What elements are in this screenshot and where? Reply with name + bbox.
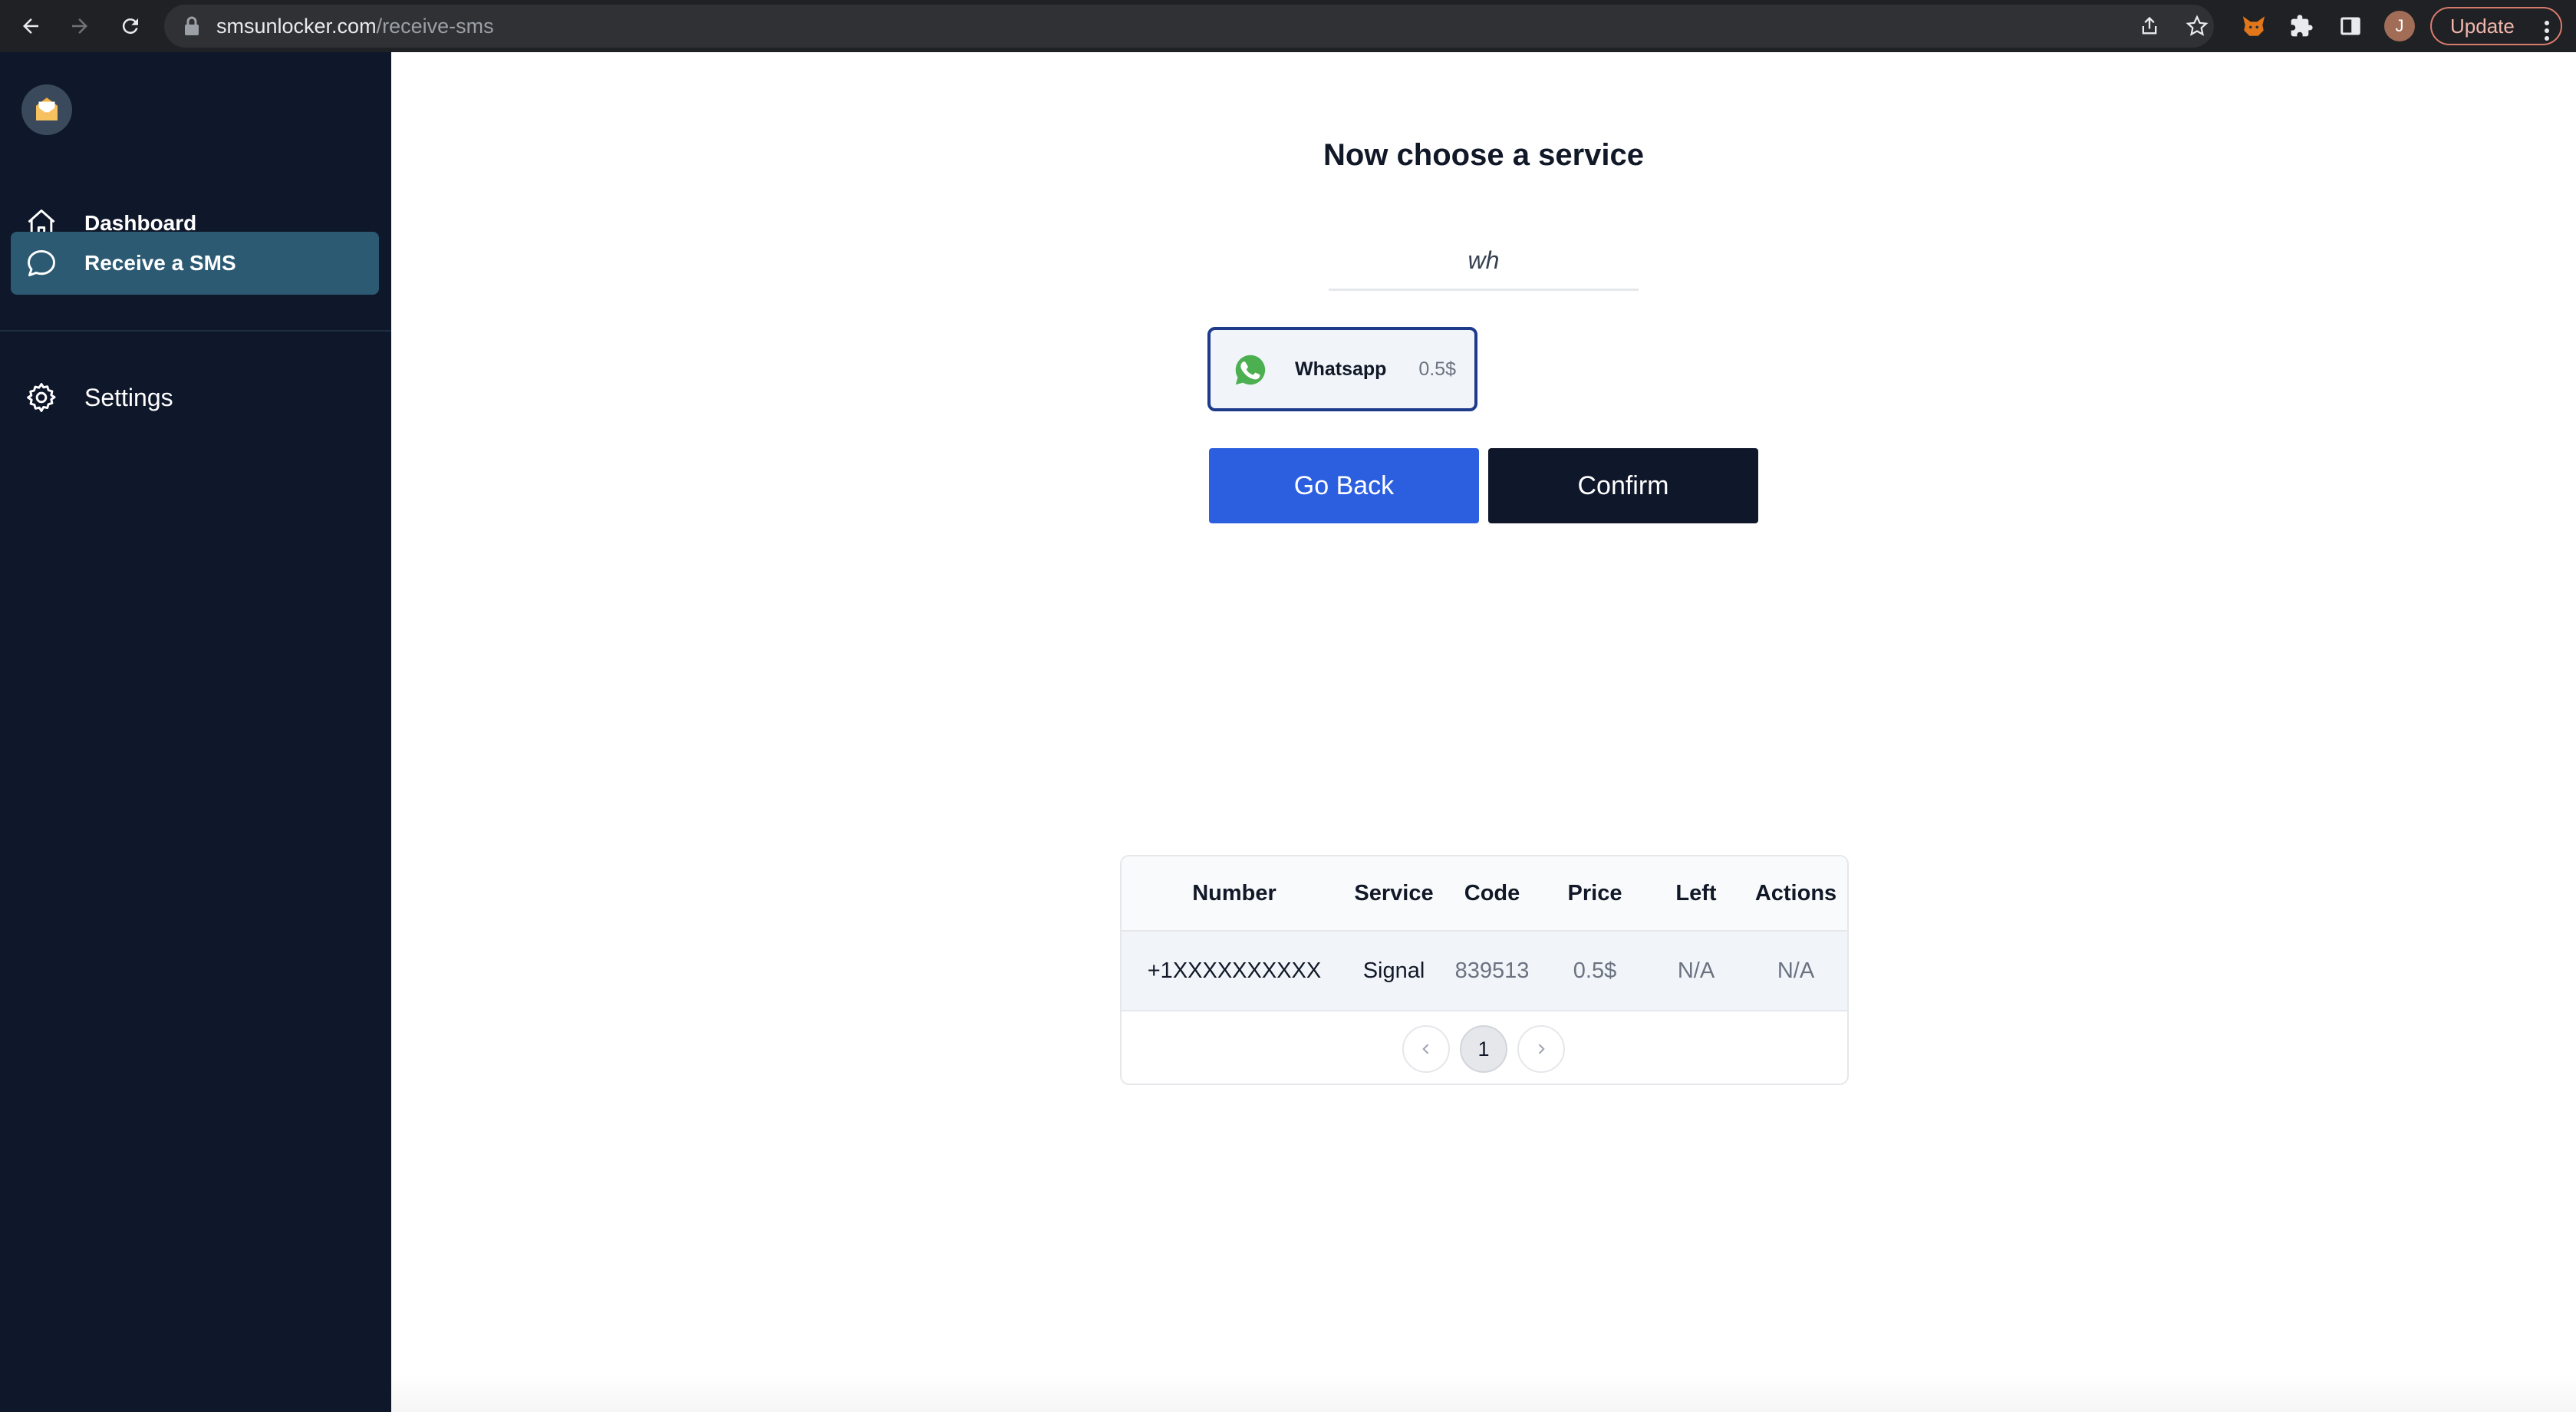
sms-table: Number Service Code Price Left Actions +… [1120, 855, 1849, 1085]
star-bookmark-icon[interactable] [2185, 14, 2209, 38]
sidebar-item-label: Receive a SMS [84, 251, 236, 275]
column-header-code: Code [1464, 881, 1520, 906]
sidebar-item-settings[interactable]: Settings [11, 367, 379, 428]
column-header-left: Left [1675, 881, 1717, 906]
share-icon[interactable] [2137, 14, 2162, 38]
whatsapp-icon [1234, 353, 1267, 387]
cell-code: 839513 [1454, 958, 1530, 983]
service-price: 0.5$ [1418, 358, 1456, 380]
pagination: 1 [1122, 1010, 1847, 1084]
sidebar-item-receive-sms[interactable]: Receive a SMS [11, 232, 379, 295]
cell-number: +1XXXXXXXXXX [1147, 958, 1322, 983]
more-vert-icon [2544, 17, 2550, 52]
address-bar[interactable]: smsunlocker.com/receive-sms [164, 5, 2214, 48]
column-header-number: Number [1192, 881, 1276, 906]
back-arrow-icon[interactable] [12, 8, 49, 45]
settings-label: Settings [84, 384, 173, 411]
reload-icon[interactable] [112, 8, 149, 45]
cell-left: N/A [1677, 958, 1715, 983]
page-button-current[interactable]: 1 [1460, 1025, 1507, 1073]
service-search-input[interactable] [1329, 235, 1639, 285]
update-label: Update [2450, 15, 2515, 38]
column-header-actions: Actions [1754, 881, 1837, 906]
sidebar: Dashboard Receive a SMS Settings [0, 52, 391, 1412]
chevron-right-icon [1538, 1044, 1545, 1054]
side-panel-icon[interactable] [2335, 11, 2366, 41]
prev-page-button[interactable] [1402, 1025, 1450, 1073]
cell-actions: N/A [1777, 958, 1815, 983]
forward-arrow-icon[interactable] [61, 8, 98, 45]
column-header-service: Service [1354, 881, 1434, 906]
update-button[interactable]: Update [2430, 7, 2562, 45]
table-row: +1XXXXXXXXXX Signal 839513 0.5$ N/A N/A [1122, 932, 1847, 1011]
next-page-button[interactable] [1517, 1025, 1565, 1073]
url-text: smsunlocker.com/receive-sms [216, 15, 494, 38]
cell-service: Signal [1362, 958, 1425, 983]
chevron-left-icon [1422, 1044, 1429, 1054]
column-header-price: Price [1567, 881, 1622, 906]
chat-bubble-icon [25, 246, 58, 280]
page-title: Now choose a service [1323, 138, 1644, 172]
gear-icon [25, 381, 58, 414]
fox-extension-icon[interactable] [2238, 11, 2269, 41]
browser-toolbar: smsunlocker.com/receive-sms J Update [0, 0, 2576, 52]
app-logo-icon[interactable] [21, 84, 72, 135]
puzzle-extensions-icon[interactable] [2286, 11, 2317, 41]
lock-icon [183, 15, 201, 41]
service-name: Whatsapp [1295, 358, 1387, 380]
profile-avatar[interactable]: J [2384, 11, 2415, 41]
page-bottom-shadow [391, 1374, 2576, 1412]
sidebar-divider [0, 330, 391, 332]
service-search [1329, 235, 1639, 291]
go-back-button[interactable]: Go Back [1209, 448, 1479, 523]
cell-price: 0.5$ [1573, 958, 1617, 983]
confirm-button[interactable]: Confirm [1488, 448, 1758, 523]
service-option-whatsapp[interactable]: Whatsapp 0.5$ [1207, 327, 1477, 411]
table-header: Number Service Code Price Left Actions [1122, 856, 1847, 932]
